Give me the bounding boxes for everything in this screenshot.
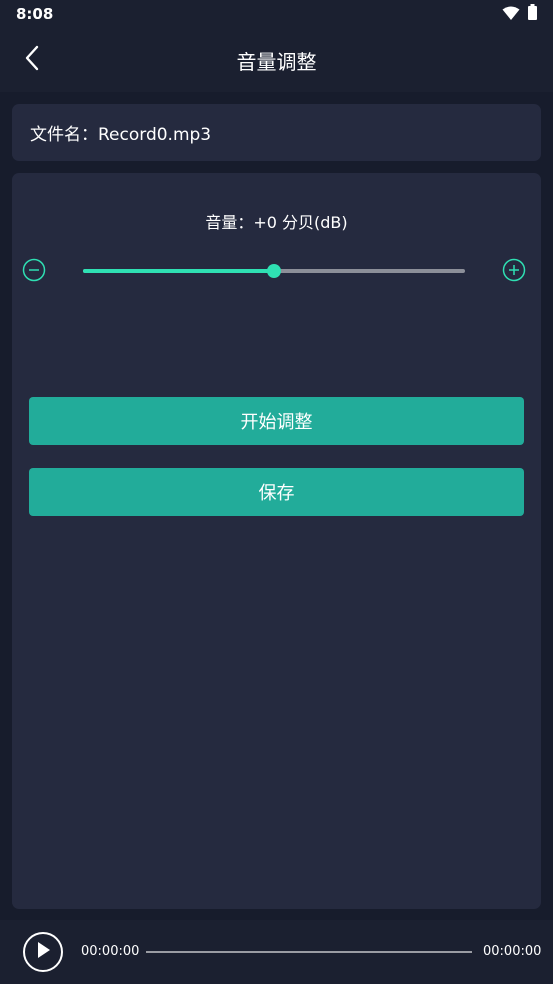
file-name-card: 文件名：Record0.mp3 [12, 104, 541, 161]
battery-icon [528, 4, 537, 24]
app-root: 8:08 音量调整 文件名：Record0.mp3 音量：+0 分贝(dB) 开… [0, 0, 553, 984]
volume-slider-thumb[interactable] [267, 264, 281, 278]
playback-progress[interactable] [146, 951, 472, 953]
start-adjust-button[interactable]: 开始调整 [29, 397, 524, 445]
volume-slider[interactable] [83, 264, 465, 278]
back-button[interactable] [12, 40, 52, 80]
minus-circle-icon [22, 258, 46, 286]
save-button[interactable]: 保存 [29, 468, 524, 516]
volume-decrease-button[interactable] [20, 258, 48, 286]
plus-circle-icon [502, 258, 526, 286]
total-time: 00:00:00 [483, 944, 542, 959]
volume-increase-button[interactable] [500, 258, 528, 286]
volume-slider-fill [83, 269, 274, 273]
file-name-label: 文件名：Record0.mp3 [30, 125, 212, 145]
status-time: 8:08 [16, 5, 54, 23]
page-title: 音量调整 [236, 49, 317, 74]
status-icons [502, 4, 537, 24]
chevron-left-icon [24, 45, 40, 75]
status-bar: 8:08 [0, 0, 553, 28]
header: 音量调整 [0, 28, 553, 92]
player-bar: 00:00:00 00:00:00 [0, 920, 553, 984]
wifi-icon [502, 5, 520, 24]
play-icon [35, 941, 51, 963]
play-button[interactable] [23, 932, 63, 972]
current-time: 00:00:00 [81, 944, 140, 959]
volume-panel: 音量：+0 分贝(dB) 开始调整 保存 [12, 173, 541, 909]
volume-label: 音量：+0 分贝(dB) [205, 213, 348, 232]
